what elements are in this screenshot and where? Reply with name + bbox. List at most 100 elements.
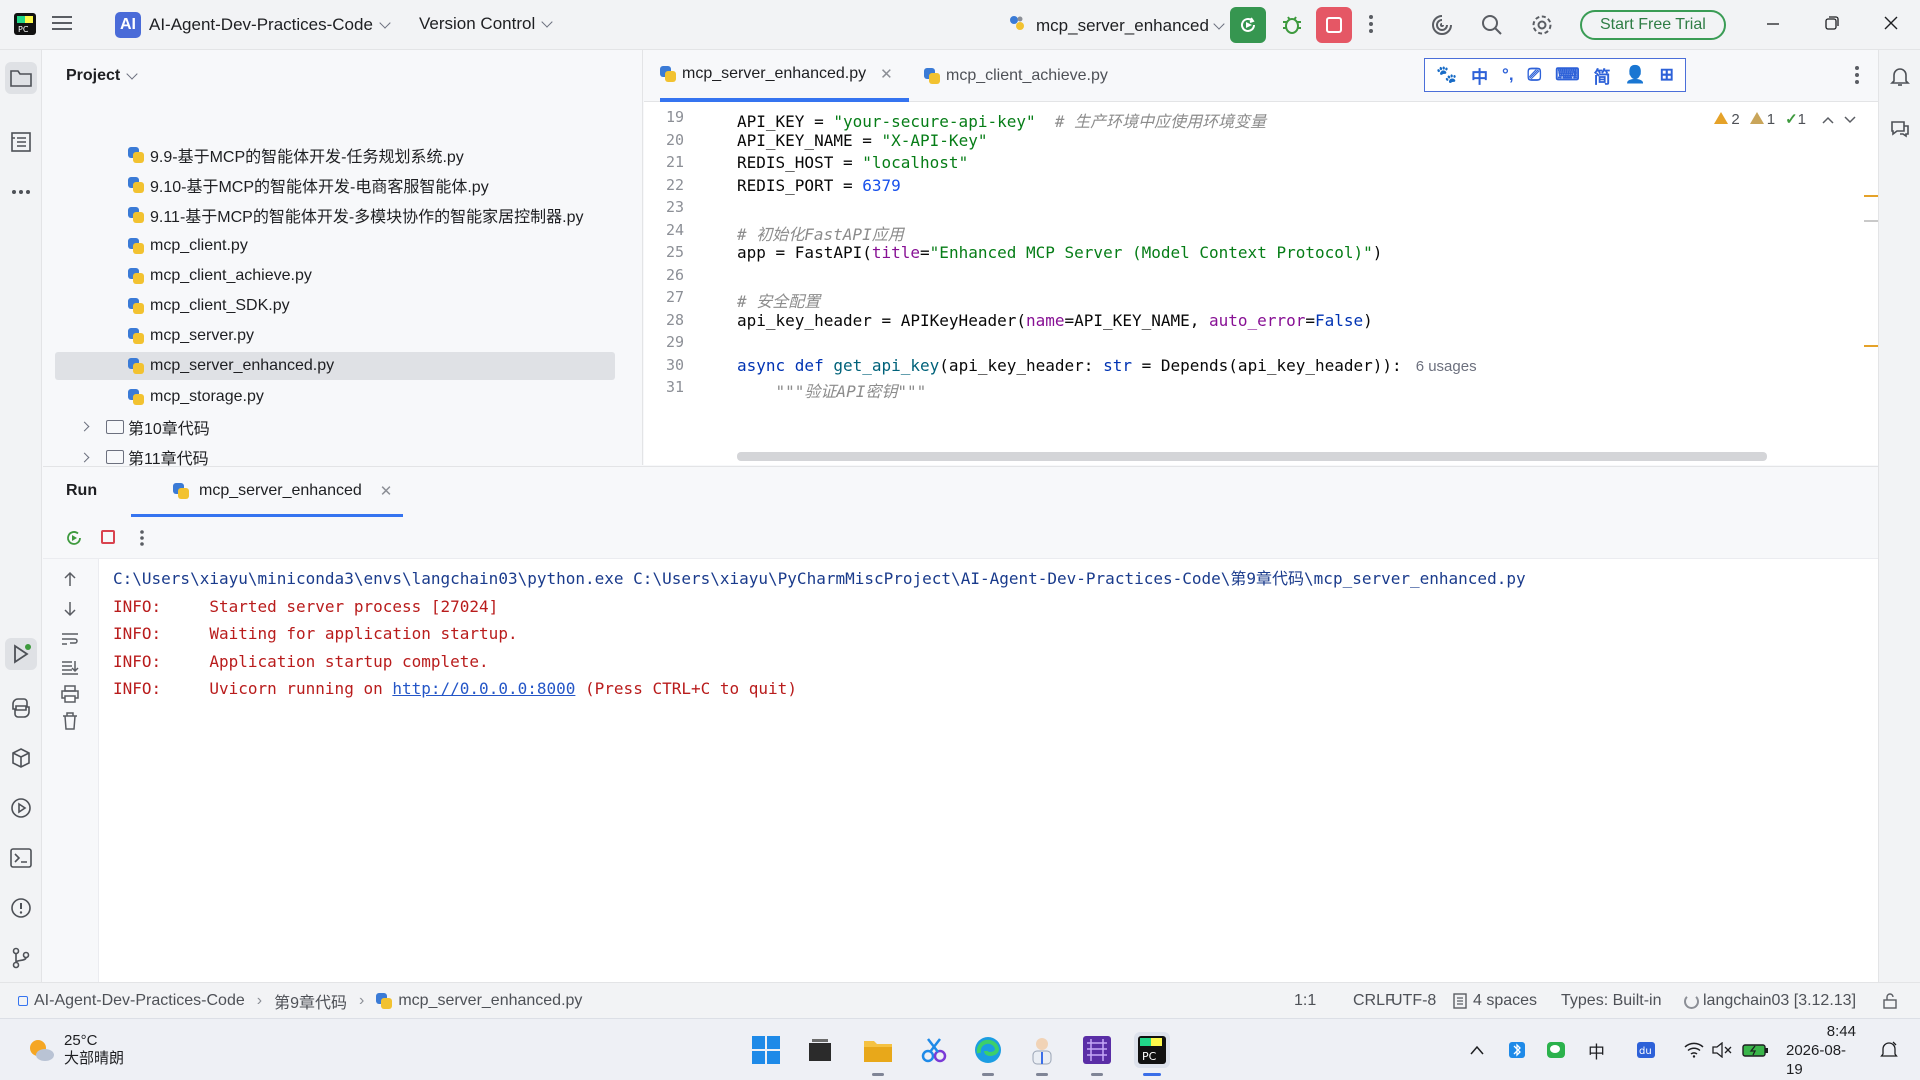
ime-user-icon[interactable]: 👤: [1625, 65, 1646, 85]
interpreter-selector[interactable]: langchain03 [3.12.13]: [1684, 983, 1856, 1019]
soft-wrap-icon[interactable]: [61, 631, 79, 652]
rerun-button[interactable]: [1230, 7, 1266, 43]
tab-mcp-server-enhanced[interactable]: mcp_server_enhanced.py ✕: [660, 50, 909, 102]
ai-chat-icon[interactable]: [1888, 116, 1912, 140]
tree-file-item[interactable]: mcp_client_SDK.py: [55, 292, 615, 320]
close-tab-icon[interactable]: ✕: [880, 65, 893, 83]
main-menu-icon[interactable]: [52, 14, 72, 32]
server-url-link[interactable]: http://0.0.0.0:8000: [392, 679, 575, 698]
python-console-icon[interactable]: [9, 696, 33, 720]
minimize-icon[interactable]: [1766, 14, 1780, 34]
restore-icon[interactable]: [1825, 16, 1839, 30]
tree-file-item[interactable]: 9.10-基于MCP的智能体开发-电商客服智能体.py: [55, 171, 615, 199]
scroll-up-icon[interactable]: [63, 571, 77, 592]
show-hidden-icons[interactable]: [1470, 1019, 1484, 1080]
ime-chinese-mode[interactable]: 中: [1471, 63, 1488, 88]
tree-file-item[interactable]: 9.9-基于MCP的智能体开发-任务规划系统.py: [55, 141, 615, 169]
git-branch-icon[interactable]: [9, 946, 33, 970]
pycharm-logo-icon[interactable]: PC: [14, 13, 36, 35]
more-tools-icon[interactable]: [9, 180, 33, 204]
lock-icon[interactable]: [1882, 983, 1898, 1019]
vcs-selector[interactable]: Version Control: [419, 14, 553, 34]
tree-file-item[interactable]: 9.11-基于MCP的智能体开发-多模块协作的智能家居控制器.py: [55, 201, 615, 229]
breadcrumb-item[interactable]: AI-Agent-Dev-Practices-Code: [34, 992, 245, 1010]
pycharm-taskbar-icon[interactable]: PC: [1134, 1032, 1170, 1076]
tree-file-item[interactable]: mcp_storage.py: [55, 383, 615, 411]
start-windows-icon[interactable]: [748, 1032, 784, 1068]
code-area[interactable]: API_KEY = "your-secure-api-key" # 生产环境中应…: [737, 102, 1837, 465]
usages-hint[interactable]: 6 usages: [1416, 358, 1477, 375]
more-run-actions-icon[interactable]: [139, 529, 145, 552]
tray-ime-indicator[interactable]: 中: [1588, 1019, 1605, 1080]
python-packages-icon[interactable]: [9, 746, 33, 770]
notifications-bell-icon[interactable]: [1888, 64, 1912, 88]
project-panel-header[interactable]: Project: [66, 67, 138, 85]
battery-charging-icon[interactable]: [1742, 1019, 1770, 1080]
tree-file-item[interactable]: mcp_client_achieve.py: [55, 262, 615, 290]
ime-grid-icon[interactable]: ⊞: [1660, 65, 1674, 85]
settings-gear-icon[interactable]: [1530, 13, 1554, 37]
weather-widget[interactable]: 25°C 大部晴朗: [26, 1019, 124, 1080]
console-output[interactable]: C:\Users\xiayu\miniconda3\envs\langchain…: [113, 565, 1863, 703]
snipping-tool-icon[interactable]: [916, 1032, 952, 1068]
problems-icon[interactable]: [9, 896, 33, 920]
print-icon[interactable]: [61, 685, 79, 708]
tray-wechat-icon[interactable]: [1546, 1019, 1566, 1080]
rerun-icon[interactable]: [65, 529, 83, 552]
tree-file-item[interactable]: mcp_server_enhanced.py: [55, 352, 615, 381]
editor-horizontal-scrollbar[interactable]: [737, 452, 1767, 461]
clock[interactable]: 8:44 2026-08-19: [1786, 1019, 1856, 1080]
ime-simplified[interactable]: 简: [1594, 63, 1611, 88]
start-free-trial-button[interactable]: Start Free Trial: [1580, 10, 1726, 40]
tray-baidu-icon[interactable]: du: [1636, 1019, 1656, 1080]
stop-button[interactable]: [1316, 7, 1352, 43]
stripe-marker[interactable]: [1864, 220, 1878, 222]
run-tab[interactable]: mcp_server_enhanced ✕: [131, 467, 403, 517]
tray-bluetooth-app-icon[interactable]: [1508, 1019, 1526, 1080]
project-folder-icon[interactable]: [5, 62, 37, 94]
more-actions-icon[interactable]: [1368, 13, 1374, 35]
chevron-right-icon[interactable]: [79, 452, 90, 462]
volume-muted-icon[interactable]: [1712, 1019, 1732, 1080]
scroll-to-end-icon[interactable]: [61, 659, 79, 680]
line-separator[interactable]: CRLF: [1353, 983, 1395, 1019]
purple-app-icon[interactable]: [1079, 1032, 1115, 1076]
tree-folder-item[interactable]: 第10章代码: [55, 413, 615, 441]
services-icon[interactable]: [9, 796, 33, 820]
ai-assistant-icon[interactable]: [1430, 13, 1454, 37]
ime-keyboard-icon[interactable]: ⌨: [1555, 65, 1580, 85]
file-encoding[interactable]: UTF-8: [1391, 983, 1436, 1019]
types-setting[interactable]: Types: Built-in: [1561, 983, 1661, 1019]
search-icon[interactable]: [1480, 13, 1504, 37]
ime-paw-icon[interactable]: 🐾: [1436, 65, 1457, 85]
close-run-tab-icon[interactable]: ✕: [380, 482, 393, 500]
next-highlight-icon[interactable]: [1844, 111, 1856, 128]
run-tool-icon[interactable]: [5, 638, 37, 670]
file-explorer-icon[interactable]: [860, 1032, 896, 1076]
task-view-icon[interactable]: [802, 1032, 838, 1068]
edge-browser-icon[interactable]: [970, 1032, 1006, 1076]
indent-setting[interactable]: 4 spaces: [1453, 983, 1537, 1019]
ime-punctuation[interactable]: °,: [1502, 65, 1514, 85]
doctor-app-icon[interactable]: [1024, 1032, 1060, 1076]
warning-stripe-marker[interactable]: [1864, 195, 1878, 197]
debug-button[interactable]: [1280, 12, 1304, 36]
terminal-icon[interactable]: [9, 846, 33, 870]
clear-trash-icon[interactable]: [62, 712, 78, 735]
tree-file-item[interactable]: mcp_server.py: [55, 322, 615, 350]
breadcrumb-item[interactable]: mcp_server_enhanced.py: [398, 992, 582, 1010]
caret-position[interactable]: 1:1: [1294, 983, 1316, 1019]
stop-icon[interactable]: [101, 530, 115, 544]
chevron-right-icon[interactable]: [79, 421, 90, 432]
tree-file-item[interactable]: mcp_client.py: [55, 232, 615, 260]
structure-icon[interactable]: [9, 130, 33, 154]
warning-stripe-marker[interactable]: [1864, 345, 1878, 347]
close-window-icon[interactable]: [1884, 16, 1898, 30]
project-selector[interactable]: AI AI-Agent-Dev-Practices-Code: [115, 12, 391, 38]
wifi-icon[interactable]: [1684, 1019, 1704, 1080]
breadcrumb-item[interactable]: 第9章代码: [274, 989, 347, 1013]
ime-skin-icon[interactable]: ⎚: [1528, 65, 1542, 85]
run-config-selector[interactable]: mcp_server_enhanced: [1008, 14, 1225, 37]
tab-mcp-client-achieve[interactable]: mcp_client_achieve.py: [924, 50, 1108, 102]
editor-options-icon[interactable]: [1854, 64, 1860, 91]
